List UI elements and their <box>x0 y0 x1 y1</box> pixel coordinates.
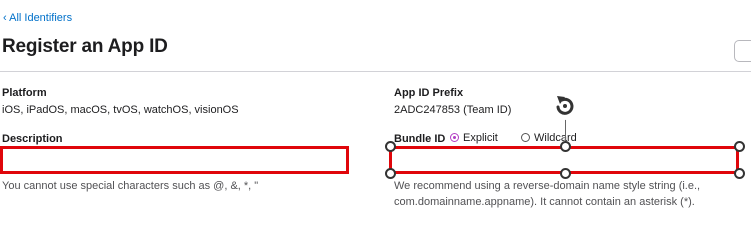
app-id-prefix-value: 2ADC247853 (Team ID) <box>394 104 512 116</box>
bundle-id-hint: We recommend using a reverse-domain name… <box>394 180 701 208</box>
explicit-radio-label[interactable]: Explicit <box>463 132 498 144</box>
rotate-icon[interactable] <box>549 90 581 122</box>
resize-handle-top-left[interactable] <box>385 141 396 152</box>
app-id-prefix-label: App ID Prefix <box>394 87 464 99</box>
register-app-id-page: ‹ All Identifiers Register an App ID Pla… <box>0 0 751 219</box>
header-action-button[interactable] <box>734 40 751 62</box>
resize-handle-top-right[interactable] <box>734 141 745 152</box>
back-to-all-identifiers-link[interactable]: ‹ All Identifiers <box>3 12 72 24</box>
description-hint: You cannot use special characters such a… <box>2 180 259 192</box>
platform-value: iOS, iPadOS, macOS, tvOS, watchOS, visio… <box>2 104 239 116</box>
explicit-radio[interactable] <box>450 133 459 142</box>
wildcard-radio-label[interactable]: Wildcard <box>534 132 577 144</box>
header-divider <box>0 71 751 72</box>
resize-handle-top-middle[interactable] <box>560 141 571 152</box>
bundle-id-label: Bundle ID <box>394 133 446 145</box>
page-title: Register an App ID <box>2 36 168 57</box>
platform-label: Platform <box>2 87 47 99</box>
wildcard-radio[interactable] <box>521 133 530 142</box>
description-label: Description <box>2 133 63 145</box>
description-input[interactable] <box>0 146 349 174</box>
